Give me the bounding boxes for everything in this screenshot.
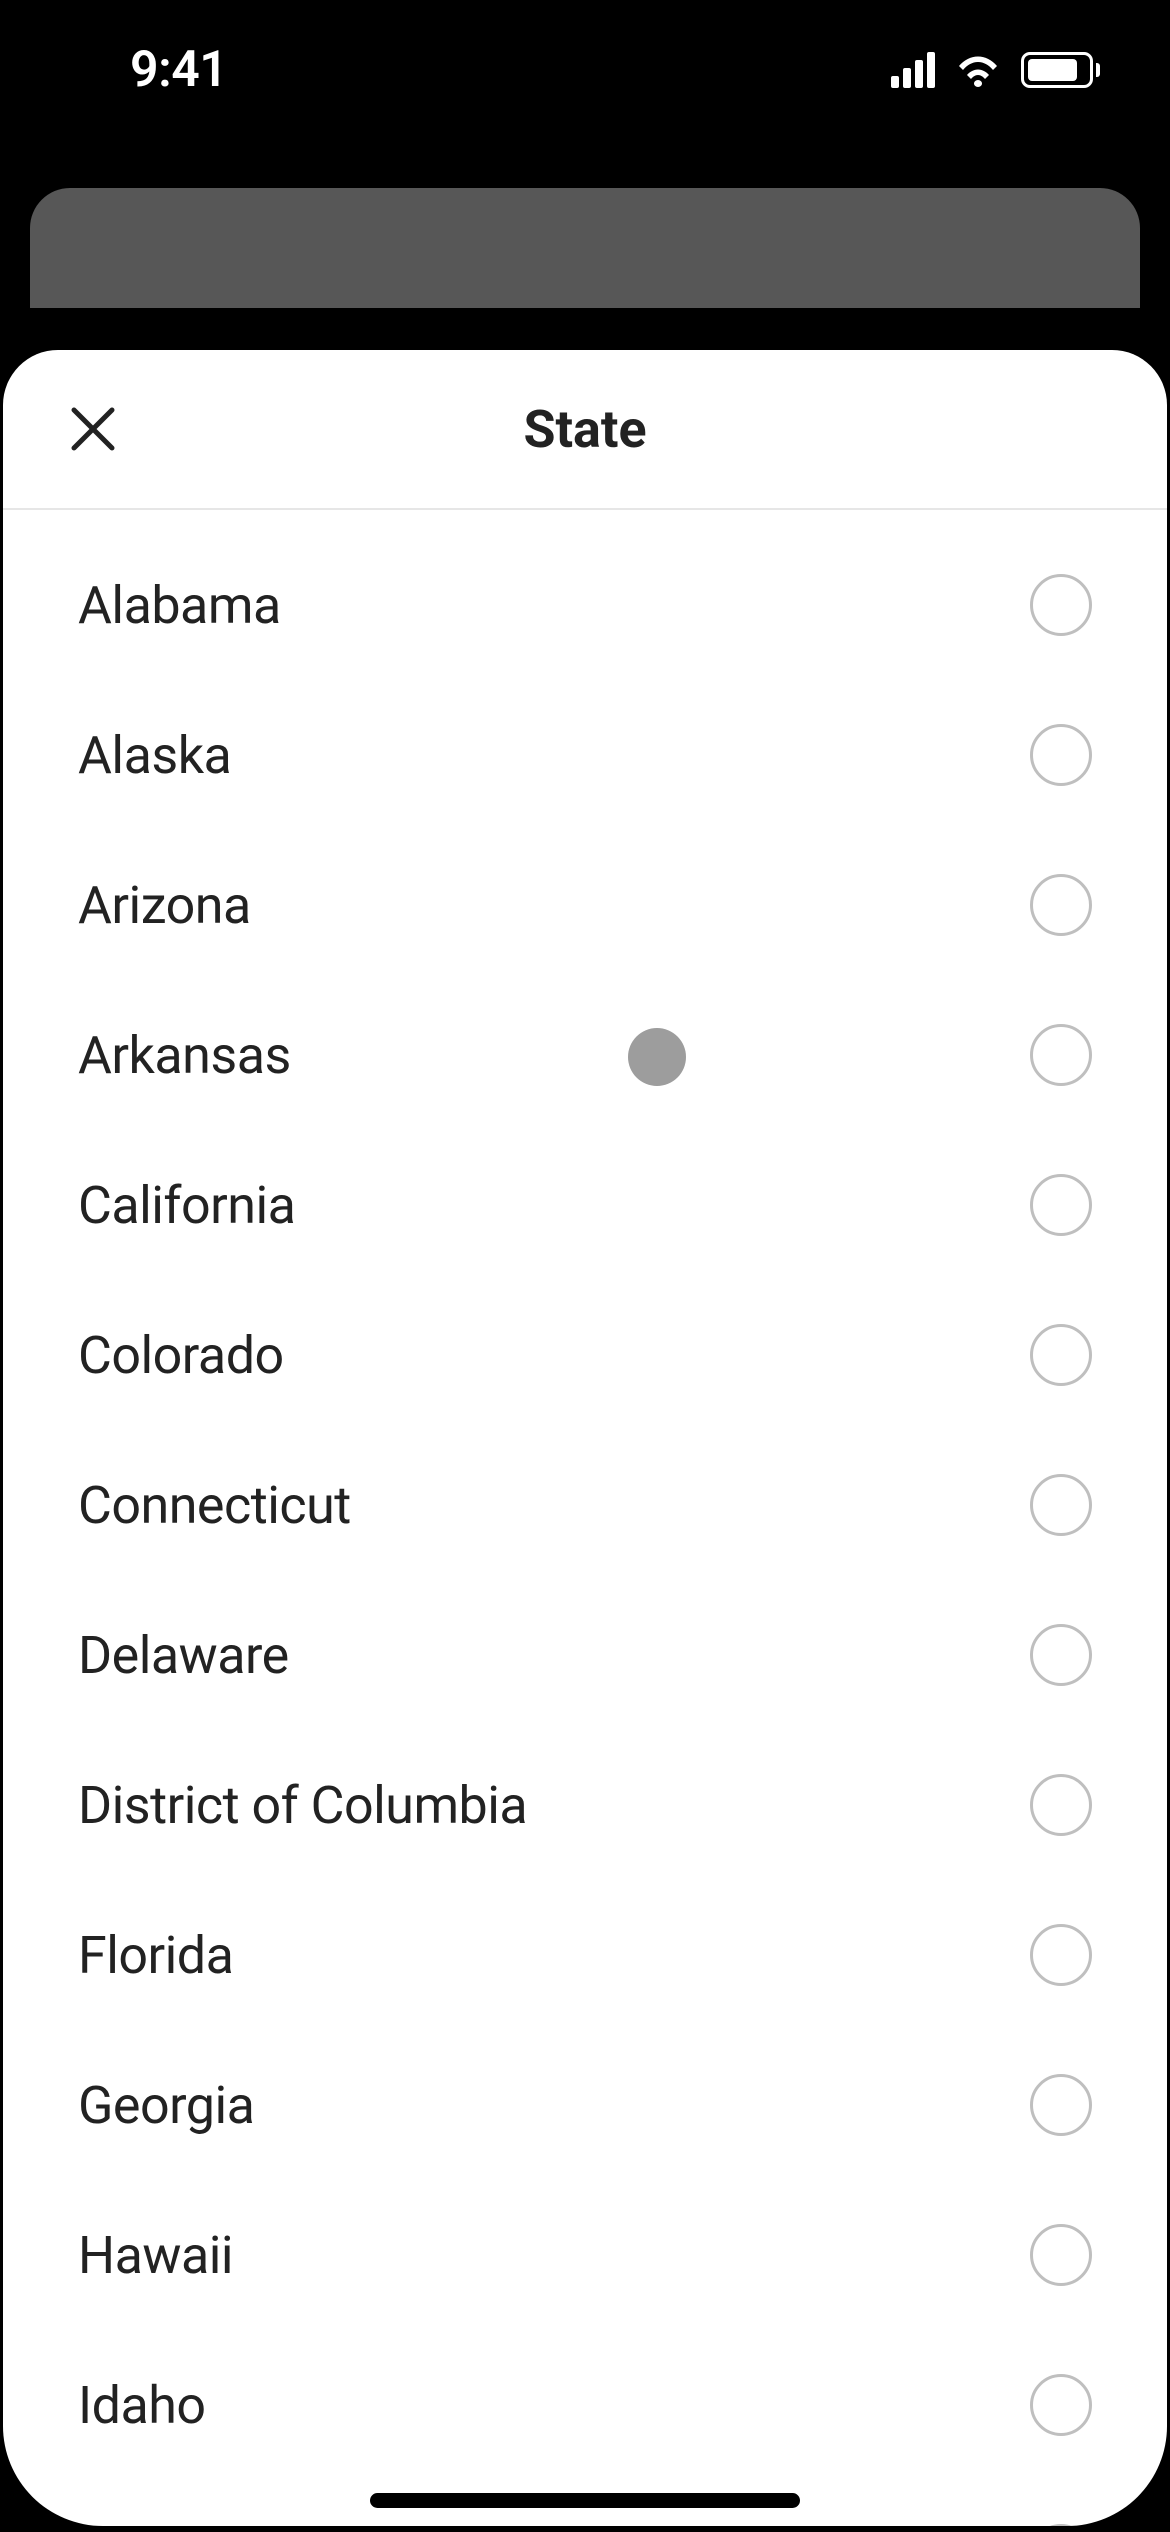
state-option[interactable]: Arizona xyxy=(3,830,1167,980)
state-option-label: Connecticut xyxy=(78,1475,351,1536)
state-option-label: Alabama xyxy=(78,575,281,636)
wifi-icon xyxy=(953,51,1003,89)
state-option[interactable]: Florida xyxy=(3,1880,1167,2030)
state-option[interactable]: Alabama xyxy=(3,530,1167,680)
state-option[interactable]: Arkansas xyxy=(3,980,1167,1130)
state-option-label: Florida xyxy=(78,1925,233,1986)
battery-icon xyxy=(1021,52,1100,88)
state-option[interactable]: Delaware xyxy=(3,1580,1167,1730)
radio-icon[interactable] xyxy=(1030,2524,1092,2526)
state-option[interactable]: Hawaii xyxy=(3,2180,1167,2330)
state-option-label: Georgia xyxy=(78,2075,254,2136)
status-icons xyxy=(891,51,1100,89)
state-option[interactable]: Georgia xyxy=(3,2030,1167,2180)
sheet-title: State xyxy=(523,399,646,460)
state-option-label: California xyxy=(78,1175,295,1236)
status-bar: 9:41 xyxy=(0,0,1170,140)
sheet-header: State xyxy=(3,350,1167,510)
radio-icon[interactable] xyxy=(1030,1174,1092,1236)
status-time: 9:41 xyxy=(130,41,227,99)
state-option[interactable]: District of Columbia xyxy=(3,1730,1167,1880)
state-option-label: Arkansas xyxy=(78,1025,291,1086)
touch-indicator-dot xyxy=(628,1028,686,1086)
state-option-label: Idaho xyxy=(78,2375,206,2436)
radio-icon[interactable] xyxy=(1030,1774,1092,1836)
radio-icon[interactable] xyxy=(1030,1474,1092,1536)
radio-icon[interactable] xyxy=(1030,574,1092,636)
state-option[interactable]: Connecticut xyxy=(3,1430,1167,1580)
state-option-label: Colorado xyxy=(78,1325,284,1386)
state-option-label: Delaware xyxy=(78,1625,289,1686)
state-list[interactable]: Alabama Alaska Arizona Arkansas California Co… xyxy=(3,510,1167,2526)
state-option-label: Alaska xyxy=(78,725,231,786)
state-option-label: Hawaii xyxy=(78,2225,233,2286)
state-option[interactable]: California xyxy=(3,1130,1167,1280)
state-option[interactable]: Idaho xyxy=(3,2330,1167,2480)
background-panel xyxy=(30,188,1140,308)
home-indicator[interactable] xyxy=(370,2493,800,2508)
cellular-signal-icon xyxy=(891,52,935,88)
radio-icon[interactable] xyxy=(1030,1324,1092,1386)
state-option[interactable]: Colorado xyxy=(3,1280,1167,1430)
radio-icon[interactable] xyxy=(1030,1624,1092,1686)
close-icon xyxy=(70,406,116,452)
state-picker-sheet: State Alabama Alaska Arizona Arkansas Califo… xyxy=(3,350,1167,2526)
radio-icon[interactable] xyxy=(1030,874,1092,936)
state-option-label: Illinois xyxy=(78,2525,224,2527)
radio-icon[interactable] xyxy=(1030,1024,1092,1086)
close-button[interactable] xyxy=(58,394,128,464)
state-option-label: District of Columbia xyxy=(78,1775,527,1836)
radio-icon[interactable] xyxy=(1030,724,1092,786)
state-option[interactable]: Alaska xyxy=(3,680,1167,830)
radio-icon[interactable] xyxy=(1030,2224,1092,2286)
radio-icon[interactable] xyxy=(1030,2074,1092,2136)
radio-icon[interactable] xyxy=(1030,1924,1092,1986)
radio-icon[interactable] xyxy=(1030,2374,1092,2436)
state-option-label: Arizona xyxy=(78,875,251,936)
